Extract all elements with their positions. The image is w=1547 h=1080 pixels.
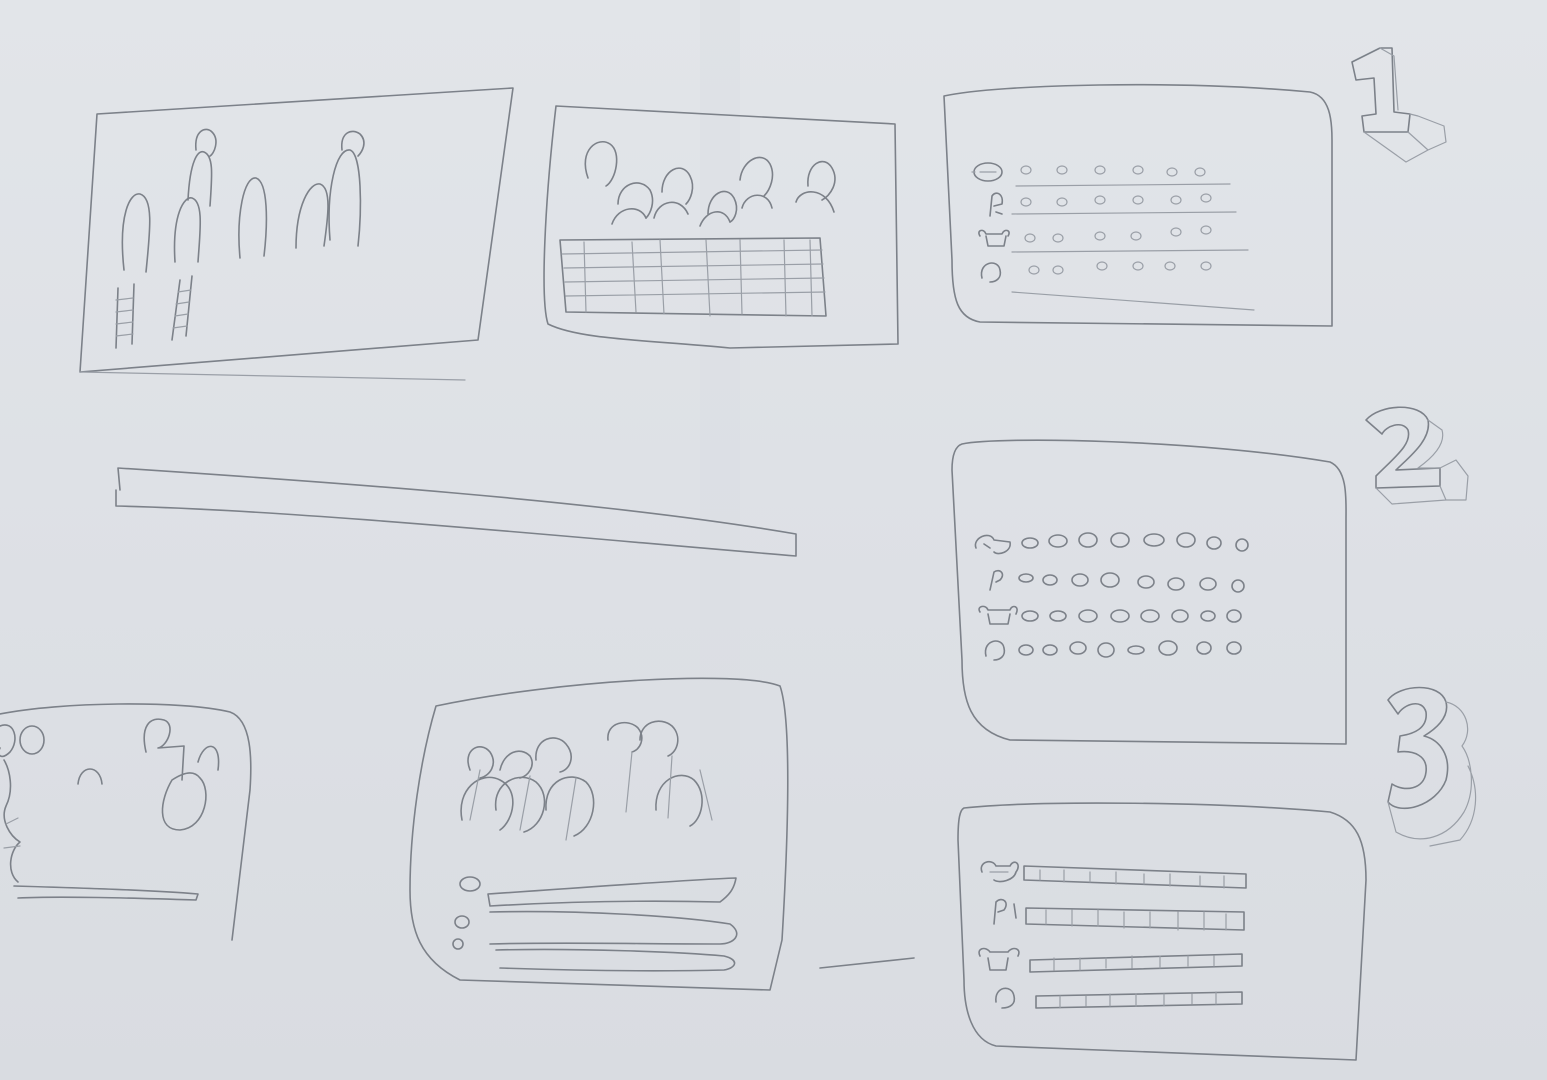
mouse-face-icon (978, 605, 1018, 625)
ghost-face-icon (995, 987, 1016, 1009)
ghost-face-icon (980, 262, 1002, 283)
crowd-heads (460, 720, 713, 841)
monkey-face-icon (974, 534, 1011, 555)
scribbled-head (0, 718, 220, 883)
ghost-face-icon (984, 640, 1006, 661)
progress-bar-rows (1023, 865, 1247, 1009)
bird-icon (993, 898, 1017, 925)
step-number-2 (1365, 406, 1469, 505)
connector-line (819, 957, 915, 969)
panel-step-3-rows (957, 802, 1367, 1061)
panel-long-bar (115, 467, 797, 557)
panel-characters-with-ladders (79, 87, 514, 381)
panel-scribbled-heads (0, 703, 252, 941)
ladder-icon (115, 275, 193, 349)
pencil-sketch (0, 0, 1477, 1080)
text-bars (487, 877, 738, 972)
monkey-face-icon (971, 162, 1003, 182)
grid-fence (559, 237, 827, 317)
mouse-face-icon (978, 947, 1020, 971)
step-number-3 (1387, 686, 1477, 847)
bullet-circles (452, 876, 481, 950)
monkey-face-icon (980, 860, 1019, 883)
panel-step-2-rows (951, 439, 1347, 745)
small-circle-rows (1011, 165, 1255, 311)
step-number-1 (1351, 47, 1447, 163)
panel-step-1-rows (943, 83, 1333, 327)
mouse-face-icon (978, 229, 1010, 247)
large-circle-rows (1018, 532, 1249, 658)
bird-icon (989, 192, 1004, 217)
paper-fold-shadow (700, 0, 740, 1080)
bird-icon (989, 569, 1004, 591)
sketch-paper (0, 0, 1547, 1080)
character-figure (121, 128, 365, 273)
